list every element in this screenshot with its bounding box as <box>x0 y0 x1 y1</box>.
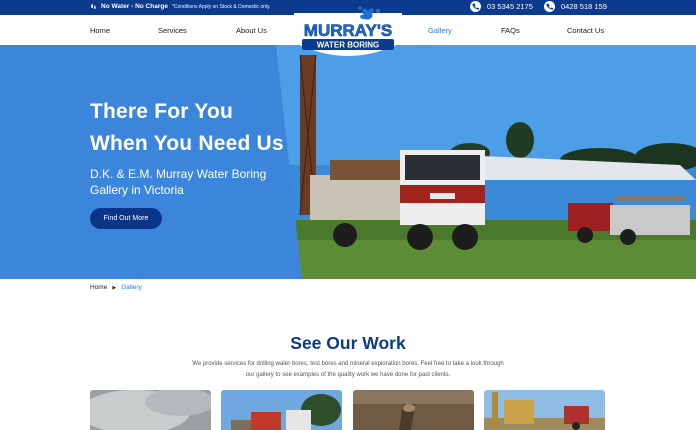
phone-link-2[interactable]: 0428 518 159 <box>544 1 607 12</box>
phone-icon <box>544 1 555 12</box>
nav-faqs[interactable]: FAQs <box>501 26 520 35</box>
gallery-image <box>221 390 342 430</box>
phone-icon <box>470 1 481 12</box>
hero-heading-line2: When You Need Us <box>90 132 284 155</box>
no-charge-notice: No Water - No Charge *Conditions Apply o… <box>90 3 271 10</box>
gallery-thumb-2[interactable] <box>221 390 342 430</box>
nav-services[interactable]: Services <box>158 26 187 35</box>
water-drops-icon <box>91 3 96 9</box>
conditions-text: *Conditions Apply on Stock & Domestic on… <box>171 3 271 10</box>
hero-heading-line1: There For You <box>90 100 234 123</box>
find-out-more-button[interactable]: Find Out More <box>90 208 162 229</box>
breadcrumb-current: Gallery <box>121 284 142 291</box>
hero-banner: There For You When You Need Us D.K. & E.… <box>0 45 696 279</box>
logo-wordmark: MURRAY'S <box>304 21 392 40</box>
section-description: We provide services for drilling water b… <box>192 361 504 378</box>
logo-subtitle: WATER BORING <box>317 41 380 50</box>
gallery-thumb-1[interactable] <box>90 390 211 430</box>
nav-gallery[interactable]: Gallery <box>428 26 452 35</box>
nav-contact[interactable]: Contact Us <box>567 26 604 35</box>
murrays-logo[interactable]: MURRAY'S WATER BORING <box>290 5 406 61</box>
nav-home[interactable]: Home <box>90 26 110 35</box>
gallery-thumb-4[interactable] <box>484 390 605 430</box>
hero-overlay <box>0 45 302 279</box>
breadcrumb: Home ▶ Gallery <box>90 284 142 291</box>
hero-subtitle-line2: Gallery in Victoria <box>90 183 184 197</box>
chevron-right-icon: ▶ <box>112 284 117 291</box>
phone-link-1[interactable]: 03 5345 2175 <box>470 1 533 12</box>
gallery-image <box>353 390 474 430</box>
no-charge-text: No Water - No Charge <box>101 3 168 10</box>
nav-about[interactable]: About Us <box>236 26 267 35</box>
phone-number-2[interactable]: 0428 518 159 <box>561 2 607 11</box>
breadcrumb-home[interactable]: Home <box>90 284 107 291</box>
section-title: See Our Work <box>290 333 406 353</box>
hero-subtitle-line1: D.K. & E.M. Murray Water Boring <box>90 167 267 181</box>
gallery-image <box>90 390 211 430</box>
gallery-thumb-3[interactable] <box>353 390 474 430</box>
phone-number-1[interactable]: 03 5345 2175 <box>487 2 533 11</box>
gallery-image <box>484 390 605 430</box>
